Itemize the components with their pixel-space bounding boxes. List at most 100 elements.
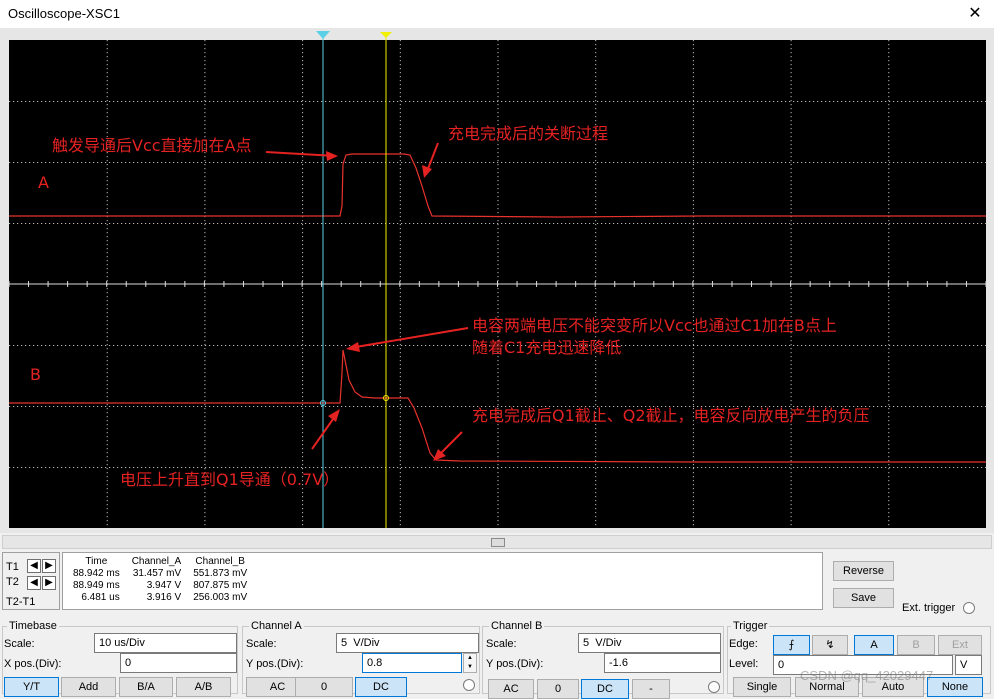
channel-a-zero-button[interactable]: 0 xyxy=(295,677,353,697)
grid-dot xyxy=(693,345,695,346)
grid-dot xyxy=(888,132,890,134)
t2-right-button[interactable]: ▶ xyxy=(42,576,56,590)
trigger-single-button[interactable]: Single xyxy=(733,677,791,697)
channel-b-ypos-input[interactable] xyxy=(604,653,721,673)
grid-dot xyxy=(692,288,694,290)
channel-a-ypos-label: Y pos.(Div): xyxy=(246,658,304,670)
yt-button[interactable]: Y/T xyxy=(4,677,59,697)
channel-a-ypos-spinner[interactable]: ▲ ▼ xyxy=(463,653,477,673)
grid-dot xyxy=(889,467,891,468)
timebase-scale-input[interactable] xyxy=(94,633,237,653)
grid-dot xyxy=(329,223,331,224)
b-over-a-button[interactable]: B/A xyxy=(119,677,173,697)
timebase-title: Timebase xyxy=(7,620,59,632)
horizontal-scrollbar[interactable] xyxy=(2,535,992,549)
grid-dot xyxy=(917,223,919,224)
grid-dot xyxy=(106,456,108,458)
grid-dot xyxy=(257,223,259,224)
channel-a-radio[interactable] xyxy=(463,679,475,691)
grid-dot xyxy=(399,364,401,366)
ext-trigger-radio[interactable] xyxy=(963,602,975,614)
grid-dot xyxy=(888,304,890,306)
grid-dot xyxy=(673,101,675,102)
grid-dot xyxy=(888,164,890,166)
channel-a-scale-input[interactable] xyxy=(336,633,479,653)
grid-dot xyxy=(413,467,415,468)
grid-dot xyxy=(888,240,890,242)
channel-a-ypos-input[interactable] xyxy=(362,653,462,673)
grid-dot xyxy=(589,101,591,102)
grid-dot xyxy=(692,236,694,238)
channel-b-invert-button[interactable]: - xyxy=(632,679,670,699)
grid-dot xyxy=(713,101,715,102)
trigger-none-button[interactable]: None xyxy=(927,677,983,697)
grid-dot xyxy=(373,101,375,102)
grid-dot xyxy=(106,516,108,518)
grid-dot xyxy=(405,223,407,224)
grid-dot xyxy=(399,424,401,426)
grid-dot xyxy=(497,268,499,270)
grid-dot xyxy=(229,406,231,407)
grid-dot xyxy=(204,48,206,50)
grid-dot xyxy=(302,92,304,94)
channel-b-ac-button[interactable]: AC xyxy=(488,679,534,699)
t1-left-button[interactable]: ◀ xyxy=(27,559,41,573)
t1-right-button[interactable]: ▶ xyxy=(42,559,56,573)
timebase-xpos-input[interactable] xyxy=(120,653,237,673)
grid-dot xyxy=(692,356,694,358)
grid-dot xyxy=(765,223,767,224)
channel-b-dc-button[interactable]: DC xyxy=(581,679,629,699)
scrollbar-thumb[interactable] xyxy=(491,538,505,547)
grid-dot xyxy=(302,444,304,446)
reverse-button[interactable]: Reverse xyxy=(833,561,894,581)
a-over-b-button[interactable]: A/B xyxy=(176,677,231,697)
grid-dot xyxy=(625,162,627,163)
grid-dot xyxy=(302,276,304,278)
add-button[interactable]: Add xyxy=(61,677,116,697)
grid-dot xyxy=(877,223,879,224)
grid-dot xyxy=(399,464,401,466)
channel-b-radio[interactable] xyxy=(708,681,720,693)
grid-dot xyxy=(888,484,890,486)
channel-b-scale-input[interactable] xyxy=(578,633,721,653)
grid-dot xyxy=(25,162,27,163)
grid-dot xyxy=(229,345,231,346)
grid-dot xyxy=(345,467,347,468)
grid-dot xyxy=(790,348,792,350)
grid-dot xyxy=(85,467,87,468)
close-button[interactable]: ✕ xyxy=(964,3,986,25)
grid-dot xyxy=(713,345,715,346)
grid-dot xyxy=(204,352,206,354)
grid-dot xyxy=(9,101,11,102)
grid-dot xyxy=(233,101,235,102)
save-button[interactable]: Save xyxy=(833,588,894,608)
falling-edge-button[interactable]: ↯ xyxy=(812,635,848,655)
grid-dot xyxy=(721,223,723,224)
grid-dot xyxy=(790,224,792,226)
grid-dot xyxy=(85,162,87,163)
grid-dot xyxy=(497,160,499,162)
trigger-source-ext-button[interactable]: Ext xyxy=(938,635,982,655)
trigger-source-b-button[interactable]: B xyxy=(897,635,935,655)
grid-dot xyxy=(302,340,304,342)
ext-trigger-label: Ext. trigger xyxy=(902,602,956,614)
channel-b-zero-button[interactable]: 0 xyxy=(537,679,579,699)
grid-dot xyxy=(888,180,890,182)
grid-dot xyxy=(537,223,539,224)
t2-left-button[interactable]: ◀ xyxy=(27,576,41,590)
grid-dot xyxy=(888,152,890,154)
rising-edge-button[interactable]: ⨍ xyxy=(773,635,810,655)
grid-dot xyxy=(789,101,791,102)
grid-dot xyxy=(489,162,491,163)
grid-dot xyxy=(37,467,39,468)
grid-dot xyxy=(692,260,694,262)
grid-dot xyxy=(106,476,108,478)
grid-dot xyxy=(692,336,694,338)
grid-dot xyxy=(790,176,792,178)
grid-dot xyxy=(888,136,890,138)
grid-dot xyxy=(585,223,587,224)
trigger-source-a-button[interactable]: A xyxy=(854,635,894,655)
grid-dot xyxy=(913,162,915,163)
grid-dot xyxy=(269,162,271,163)
channel-a-dc-button[interactable]: DC xyxy=(355,677,407,697)
